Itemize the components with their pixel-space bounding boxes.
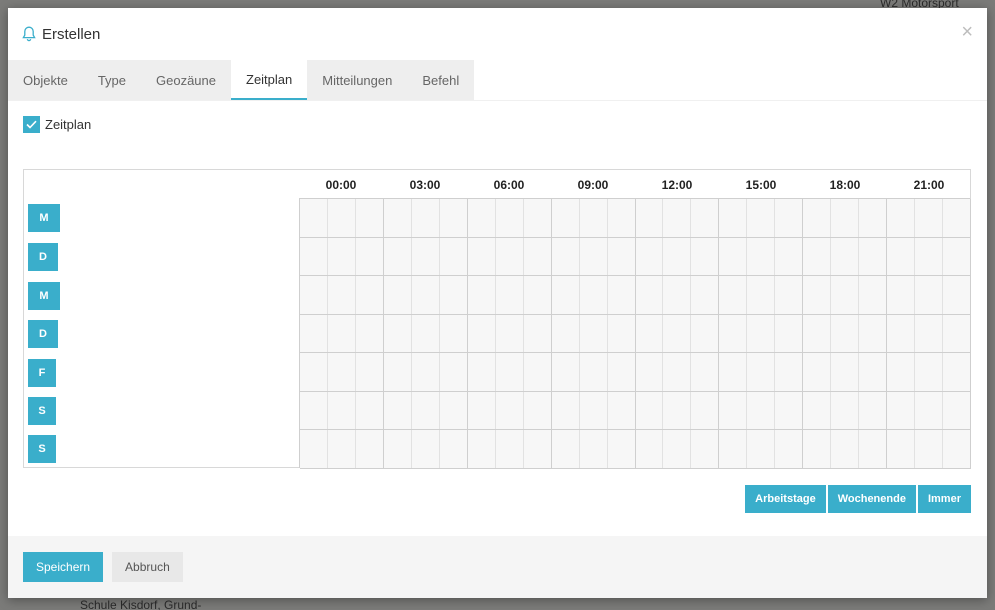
workdays-button[interactable]: Arbeitstage (745, 485, 826, 513)
hour-label: 03:00 (409, 178, 441, 192)
zeitplan-panel: Zeitplan 00:00 03:00 06:00 09:00 12:00 1… (8, 100, 987, 536)
hour-label: 09:00 (577, 178, 609, 192)
hour-label: 00:00 (325, 178, 357, 192)
day-button-tuesday[interactable]: D (28, 243, 58, 271)
day-button-sunday[interactable]: S (28, 435, 56, 463)
day-column: M D M D F S S (24, 198, 299, 468)
always-button[interactable]: Immer (917, 485, 971, 513)
preset-buttons: Arbeitstage Wochenende Immer (745, 485, 971, 513)
time-slot-grid[interactable] (299, 198, 971, 469)
tab-befehl[interactable]: Befehl (407, 60, 475, 100)
hour-label: 18:00 (829, 178, 861, 192)
dialog-header: Erstellen × (8, 8, 987, 60)
map-label: Schule Kisdorf, Grund- (80, 598, 202, 610)
bell-icon (22, 26, 36, 42)
day-button-friday[interactable]: F (28, 359, 56, 387)
day-button-wednesday[interactable]: M (28, 282, 60, 310)
dialog-footer: Speichern Abbruch (8, 536, 987, 598)
tab-mitteilungen[interactable]: Mitteilungen (307, 60, 408, 100)
day-button-monday[interactable]: M (28, 204, 60, 232)
tab-objekte[interactable]: Objekte (8, 60, 83, 100)
tab-type[interactable]: Type (82, 60, 141, 100)
hour-label: 06:00 (493, 178, 525, 192)
tab-bar: Objekte Type Geozäune Zeitplan Mitteilun… (8, 60, 987, 100)
cancel-button[interactable]: Abbruch (112, 552, 183, 582)
dialog-title: Erstellen (42, 25, 101, 43)
schedule-grid-container: 00:00 03:00 06:00 09:00 12:00 15:00 18:0… (23, 169, 971, 469)
schedule-checkbox-label: Zeitplan (45, 117, 92, 132)
hour-label: 21:00 (913, 178, 945, 192)
hour-label: 12:00 (661, 178, 693, 192)
close-icon[interactable]: × (961, 22, 973, 42)
checkbox-checked[interactable] (23, 116, 40, 133)
tab-geozaeune[interactable]: Geozäune (141, 60, 231, 100)
create-dialog: Erstellen × Objekte Type Geozäune Zeitpl… (8, 8, 987, 598)
check-icon (26, 120, 37, 129)
hours-header: 00:00 03:00 06:00 09:00 12:00 15:00 18:0… (299, 170, 970, 198)
grid-lines (300, 199, 971, 469)
hour-label: 15:00 (745, 178, 777, 192)
weekend-button[interactable]: Wochenende (827, 485, 916, 513)
day-button-thursday[interactable]: D (28, 320, 58, 348)
schedule-toggle[interactable]: Zeitplan (23, 116, 91, 133)
day-button-saturday[interactable]: S (28, 397, 56, 425)
save-button[interactable]: Speichern (23, 552, 104, 582)
tab-zeitplan[interactable]: Zeitplan (231, 60, 308, 100)
